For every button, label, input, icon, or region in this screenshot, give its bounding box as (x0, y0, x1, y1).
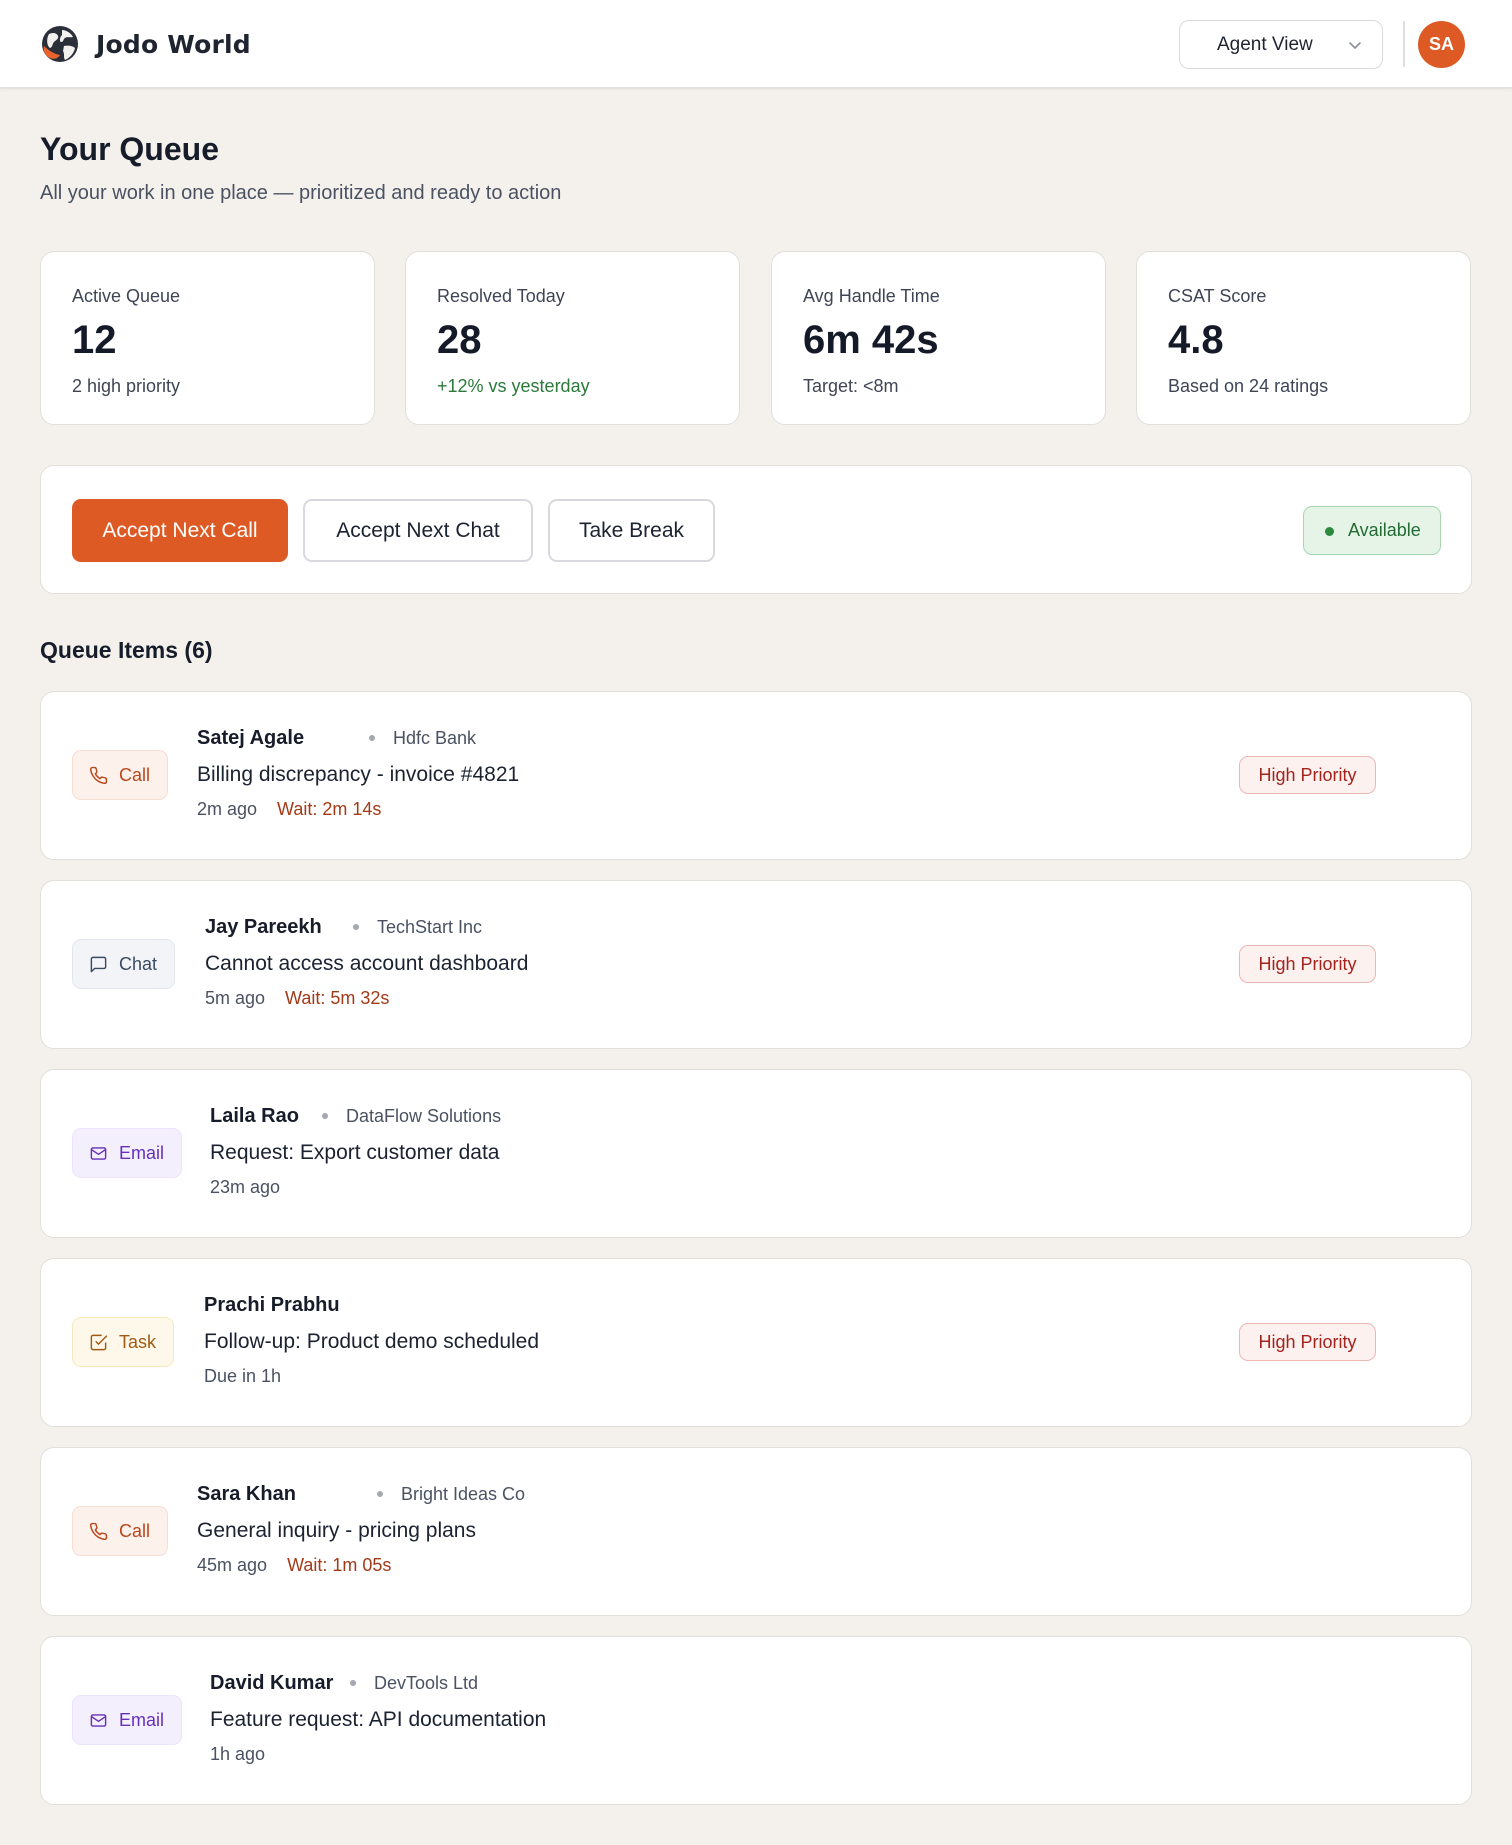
accept-next-chat-button[interactable]: Accept Next Chat (303, 499, 533, 562)
priority-badge: High Priority (1239, 945, 1376, 983)
queue-item-body: Jay Pareekh TechStart Inc Cannot access … (205, 914, 528, 1009)
stat-value: 28 (437, 318, 482, 362)
queue-item-body: David Kumar DevTools Ltd Feature request… (210, 1670, 546, 1765)
page-title: Your Queue (40, 131, 219, 167)
header-divider (1403, 21, 1405, 67)
customer-name: David Kumar (210, 1671, 334, 1694)
stat-card-resolved-today: Resolved Today 28 +12% vs yesterday (405, 251, 740, 425)
queue-item[interactable]: Email David Kumar DevTools Ltd Feature r… (40, 1636, 1472, 1805)
stat-label: Resolved Today (437, 286, 565, 306)
channel-tag-label: Email (119, 1709, 165, 1730)
take-break-button[interactable]: Take Break (548, 499, 715, 562)
accept-next-call-button[interactable]: Accept Next Call (72, 499, 288, 562)
queue-item-time: 2m ago (197, 799, 258, 819)
channel-tag-label: Email (119, 1142, 165, 1163)
queue-item-subject: Follow-up: Product demo scheduled (204, 1330, 540, 1353)
queue-title: Queue Items (6) (40, 637, 213, 663)
customer-name: Jay Pareekh (205, 915, 322, 938)
stat-note: Target: <8m (803, 376, 899, 396)
brand[interactable]: Jodo World (40, 24, 251, 64)
channel-tag-label: Call (119, 764, 151, 785)
top-bar: Jodo World Agent View SA (0, 0, 1512, 89)
channel-tag-email: Email (72, 1695, 183, 1745)
company-name: Hdfc Bank (393, 727, 477, 748)
chevron-down-icon (1349, 42, 1361, 49)
queue-item[interactable]: Task Prachi Prabhu Follow-up: Product de… (40, 1258, 1472, 1427)
page-subtitle: All your work in one place — prioritized… (40, 182, 562, 204)
priority-badge: High Priority (1239, 756, 1376, 794)
channel-tag-label: Task (119, 1331, 157, 1352)
company-name: DevTools Ltd (374, 1672, 479, 1693)
availability-status[interactable]: Available (1303, 506, 1441, 555)
customer-name: Satej Agale (197, 726, 305, 749)
channel-tag-task: Task (72, 1317, 175, 1367)
stat-card-csat-score: CSAT Score 4.8 Based on 24 ratings (1136, 251, 1471, 425)
mail-icon (90, 1146, 107, 1160)
stat-value: 4.8 (1168, 318, 1224, 362)
channel-tag-label: Call (119, 1520, 151, 1541)
stat-note: Based on 24 ratings (1168, 376, 1329, 396)
channel-tag-call: Call (72, 750, 169, 800)
queue-item-body: Prachi Prabhu Follow-up: Product demo sc… (204, 1292, 539, 1387)
customer-name: Sara Khan (197, 1482, 296, 1505)
channel-tag-call: Call (72, 1506, 169, 1556)
queue-item-body: Sara Khan Bright Ideas Co General inquir… (197, 1481, 525, 1576)
phone-icon (89, 1522, 108, 1540)
customer-name: Laila Rao (210, 1104, 299, 1127)
avatar[interactable]: SA (1418, 21, 1465, 68)
stat-label: Avg Handle Time (803, 286, 940, 306)
company-name: DataFlow Solutions (346, 1105, 502, 1126)
queue-item-body: Laila Rao DataFlow Solutions Request: Ex… (210, 1103, 501, 1198)
queue-item-time: 5m ago (205, 988, 266, 1008)
channel-tag-label: Chat (119, 953, 158, 974)
queue-item-time: 45m ago (197, 1555, 268, 1575)
queue-item-time: 1h ago (210, 1744, 266, 1764)
queue-item-body: Satej Agale Hdfc Bank Billing discrepanc… (197, 725, 519, 820)
queue-item-wait: Wait: 2m 14s (277, 799, 382, 819)
check-square-icon (90, 1334, 108, 1350)
priority-badge: High Priority (1239, 1323, 1376, 1361)
separator-dot (322, 1113, 328, 1119)
queue-item[interactable]: Call Sara Khan Bright Ideas Co General i… (40, 1447, 1472, 1616)
company-name: Bright Ideas Co (401, 1483, 526, 1504)
status-dot-icon (1325, 527, 1334, 536)
stat-label: CSAT Score (1168, 286, 1267, 306)
customer-name: Prachi Prabhu (204, 1293, 340, 1316)
view-select[interactable]: Agent View (1179, 20, 1383, 69)
channel-tag-email: Email (72, 1128, 183, 1178)
message-square-icon (90, 956, 107, 972)
separator-dot (377, 1491, 383, 1497)
queue-item-time: 23m ago (210, 1177, 281, 1197)
stat-card-active-queue: Active Queue 12 2 high priority (40, 251, 375, 425)
queue-item[interactable]: Email Laila Rao DataFlow Solutions Reque… (40, 1069, 1472, 1238)
separator-dot (369, 735, 375, 741)
queue-item-subject: Feature request: API documentation (210, 1708, 547, 1731)
separator-dot (350, 1680, 356, 1686)
company-name: TechStart Inc (377, 916, 483, 937)
stat-note: 2 high priority (72, 376, 181, 396)
stat-value: 6m 42s (803, 318, 939, 362)
queue-item-time: Due in 1h (204, 1366, 282, 1386)
stat-value: 12 (72, 318, 117, 362)
availability-status-label: Available (1348, 520, 1421, 540)
action-bar: Accept Next Call Accept Next Chat Take B… (40, 465, 1472, 594)
queue-item-subject: General inquiry - pricing plans (197, 1519, 476, 1542)
channel-tag-chat: Chat (72, 939, 176, 989)
queue-item-subject: Request: Export customer data (210, 1141, 500, 1164)
stat-card-avg-handle-time: Avg Handle Time 6m 42s Target: <8m (771, 251, 1106, 425)
stat-note: +12% vs yesterday (437, 376, 590, 396)
queue-item-wait: Wait: 1m 05s (287, 1555, 392, 1575)
brand-name: Jodo World (96, 29, 251, 59)
queue-item-subject: Cannot access account dashboard (205, 952, 529, 975)
queue-item-wait: Wait: 5m 32s (285, 988, 390, 1008)
queue-item[interactable]: Chat Jay Pareekh TechStart Inc Cannot ac… (40, 880, 1472, 1049)
globe-logo-icon (42, 26, 78, 62)
stat-label: Active Queue (72, 286, 181, 306)
view-select-value: Agent View (1217, 33, 1313, 55)
phone-icon (89, 766, 108, 784)
separator-dot (353, 924, 359, 930)
queue-item-subject: Billing discrepancy - invoice #4821 (197, 763, 520, 786)
mail-icon (90, 1713, 107, 1727)
queue-item[interactable]: Call Satej Agale Hdfc Bank Billing discr… (40, 691, 1472, 860)
